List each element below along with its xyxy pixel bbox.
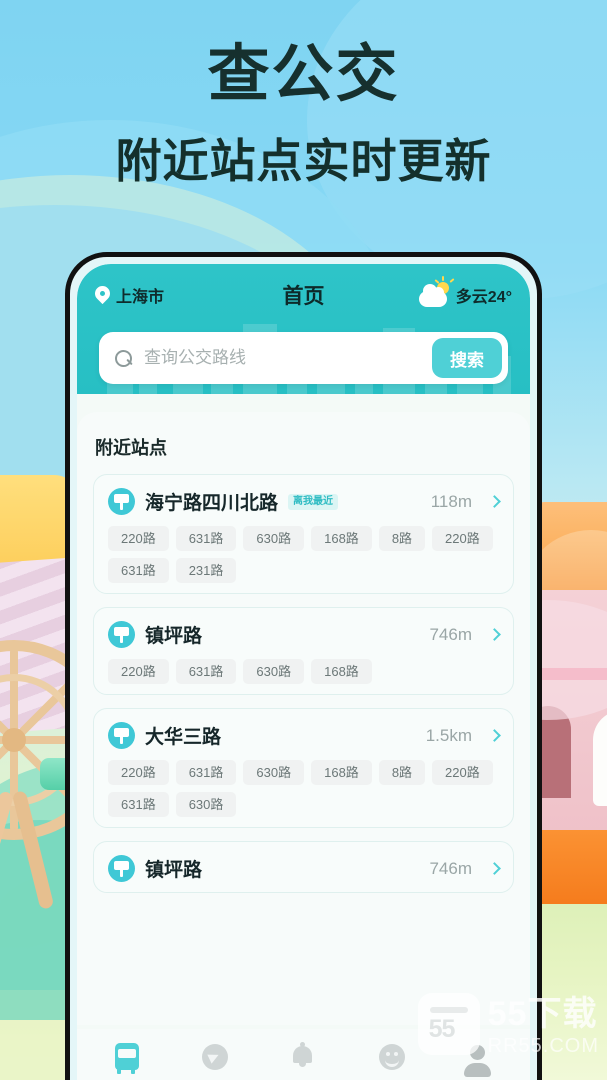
- route-tag[interactable]: 168路: [311, 526, 372, 551]
- search-bar[interactable]: 搜索: [99, 332, 508, 384]
- nav-item-bus[interactable]: [104, 1038, 150, 1078]
- station-card[interactable]: 镇坪路 746m: [93, 841, 514, 893]
- watermark-main: 55下载: [487, 995, 598, 1033]
- route-tag[interactable]: 231路: [175, 558, 237, 583]
- chevron-right-icon[interactable]: [488, 862, 501, 875]
- route-tag[interactable]: 631路: [108, 558, 169, 583]
- station-card[interactable]: 海宁路四川北路 离我最近 118m 220路 631路 630路 168路 8路 220路 631…: [93, 474, 514, 594]
- station-distance: 118m: [430, 491, 472, 511]
- route-tag[interactable]: 220路: [432, 760, 493, 785]
- bus-stop-icon: [108, 488, 135, 515]
- headline-main: 查公交: [207, 40, 400, 109]
- bus-stop-icon: [108, 621, 135, 648]
- route-tag[interactable]: 630路: [243, 526, 305, 551]
- search-icon: [115, 349, 132, 367]
- bus-stop-icon: [108, 722, 135, 749]
- chevron-right-icon[interactable]: [488, 495, 501, 508]
- route-tag[interactable]: 630路: [243, 760, 305, 785]
- watermark: 55 55下载 RR55.COM: [417, 993, 599, 1058]
- location-label: 上海市: [116, 289, 165, 306]
- route-tag[interactable]: 631路: [175, 526, 237, 551]
- station-header: 镇坪路 746m: [108, 855, 501, 882]
- bell-icon: [293, 1042, 313, 1067]
- station-card[interactable]: 大华三路 1.5km 220路 631路 630路 168路 8路 220路 631路 630路: [93, 708, 514, 828]
- watermark-logo-text: 55: [428, 1015, 456, 1043]
- search-button[interactable]: 搜索: [432, 338, 502, 378]
- route-tag[interactable]: 631路: [175, 659, 237, 684]
- poster-root: 查公交 附近站点实时更新 上海市 首页 多云24° 查询公交路线 搜索 附近站点…: [0, 0, 607, 1080]
- smiley-icon: [378, 1044, 405, 1070]
- route-tag[interactable]: 220路: [108, 526, 169, 551]
- station-card[interactable]: 镇坪路 746m 220路 631路 630路 168路: [93, 607, 514, 695]
- route-tag[interactable]: 8路: [378, 526, 426, 551]
- route-tag[interactable]: 631路: [175, 760, 237, 785]
- route-tag[interactable]: 8路: [378, 760, 426, 785]
- route-tag[interactable]: 220路: [432, 526, 493, 551]
- header-row: 上海市 首页 多云24°: [77, 264, 530, 326]
- partly-cloudy-icon: [418, 276, 455, 307]
- station-list: 海宁路四川北路 离我最近 118m 220路 631路 630路 168路 8路 220路 631…: [93, 474, 514, 893]
- route-tag[interactable]: 220路: [108, 760, 169, 785]
- nearby-stations-panel: 附近站点 海宁路四川北路 离我最近 118m 220路 631路 630路 168路 8路 22…: [77, 412, 530, 1025]
- bus-stop-icon: [108, 855, 135, 882]
- location-pin-icon: [95, 286, 110, 305]
- poster-headline: 查公交 附近站点实时更新: [0, 42, 607, 191]
- ferris-hub: [2, 728, 26, 752]
- nav-item-alerts[interactable]: [280, 1038, 326, 1078]
- route-tag[interactable]: 168路: [311, 760, 372, 785]
- station-header: 镇坪路 746m: [108, 621, 501, 648]
- route-tag[interactable]: 630路: [243, 659, 305, 684]
- location-selector[interactable]: 上海市: [95, 283, 245, 307]
- station-header: 海宁路四川北路 离我最近 118m: [108, 488, 501, 515]
- station-name: 大华三路: [145, 727, 222, 748]
- panel-title: 附近站点: [95, 438, 167, 458]
- weather-label: 多云24°: [455, 289, 512, 306]
- route-tag-list: 220路 631路 630路 168路 8路 220路 631路 630路: [108, 760, 499, 817]
- route-tag[interactable]: 168路: [311, 659, 372, 684]
- nav-item-navigation[interactable]: [192, 1038, 238, 1078]
- search-section: 搜索: [77, 326, 530, 384]
- station-distance: 746m: [429, 624, 472, 644]
- paper-plane-icon: [202, 1044, 229, 1070]
- station-distance: 746m: [429, 858, 472, 878]
- station-name: 镇坪路: [145, 626, 203, 647]
- page-title: 首页: [282, 285, 325, 308]
- route-tag[interactable]: 220路: [108, 659, 169, 684]
- app-header: 上海市 首页 多云24° 查询公交路线 搜索: [77, 264, 530, 394]
- route-tag[interactable]: 631路: [108, 792, 169, 817]
- headline-sub: 附近站点实时更新: [115, 136, 492, 188]
- phone-mockup: 上海市 首页 多云24° 查询公交路线 搜索 附近站点 海宁路四川北路 离我最近…: [65, 252, 542, 1080]
- route-tag[interactable]: 630路: [175, 792, 237, 817]
- nav-item-feedback[interactable]: [369, 1038, 415, 1078]
- route-tag-list: 220路 631路 630路 168路 8路 220路 631路 231路: [108, 526, 499, 583]
- route-tag-list: 220路 631路 630路 168路: [108, 659, 499, 684]
- phone-screen: 上海市 首页 多云24° 查询公交路线 搜索 附近站点 海宁路四川北路 离我最近…: [77, 264, 530, 1080]
- bus-icon: [115, 1043, 140, 1074]
- station-name: 镇坪路: [145, 860, 203, 881]
- search-input[interactable]: [144, 348, 432, 368]
- watermark-sub: RR55.COM: [487, 1035, 599, 1057]
- station-header: 大华三路 1.5km: [108, 722, 501, 749]
- chevron-right-icon[interactable]: [488, 729, 501, 742]
- station-distance: 1.5km: [425, 725, 472, 745]
- chevron-right-icon[interactable]: [488, 628, 501, 641]
- status-badge: 离我最近: [288, 493, 339, 510]
- 55-logo-icon: 55: [417, 993, 480, 1055]
- station-name: 海宁路四川北路: [145, 493, 279, 514]
- weather-widget[interactable]: 多云24°: [362, 276, 512, 307]
